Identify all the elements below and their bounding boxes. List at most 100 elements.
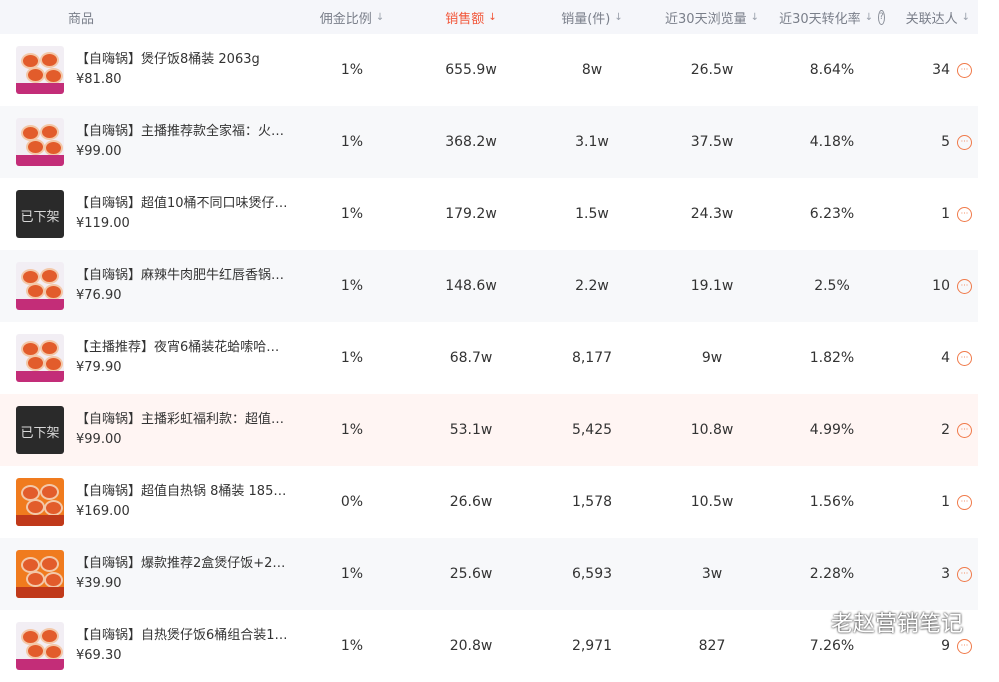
commission-rate: 1% [340, 350, 364, 366]
conversion-30d: 7.26% [809, 638, 855, 654]
sort-arrow-icon: ↓ [750, 11, 759, 23]
product-name[interactable]: 【自嗨锅】超值自热锅 8桶装 1851g [76, 482, 288, 502]
product-price: ¥69.30 [76, 648, 122, 663]
conversion-30d: 1.56% [809, 494, 855, 510]
product-name[interactable]: 【自嗨锅】爆款推荐2盒煲仔饭+2… [76, 554, 288, 574]
product-cell: 【自嗨锅】主播推荐款全家福：火… ¥99.00 [0, 118, 306, 166]
views-30d: 26.5w [690, 62, 734, 78]
wechat-icon [798, 612, 823, 631]
more-icon[interactable]: ··· [957, 494, 972, 510]
commission-rate: 1% [340, 278, 364, 294]
product-cell: 【自嗨锅】超值自热锅 8桶装 1851g ¥169.00 [0, 478, 306, 526]
sort-arrow-icon: ↓ [961, 11, 970, 23]
sales-amount: 25.6w [449, 566, 493, 582]
table-row[interactable]: 【主播推荐】夜宵6桶装花蛤嗦哈… ¥79.90 1% 68.7w 8,177 9w 1.82… [0, 322, 978, 394]
conversion-30d: 6.23% [809, 206, 855, 222]
sales-volume: 2.2w [575, 278, 609, 294]
table-row[interactable]: 已下架 【自嗨锅】主播彩虹福利款：超值… ¥99.00 1% 53.1w 5,425 10.… [0, 394, 978, 466]
product-thumbnail[interactable] [16, 334, 64, 382]
views-30d: 9w [701, 350, 723, 366]
views-30d: 10.5w [690, 494, 734, 510]
product-name[interactable]: 【主播推荐】夜宵6桶装花蛤嗦哈… [76, 338, 288, 358]
product-ranking-table: 商品 佣金比例 ↓ 销售额 ↓ 销量(件) ↓ 近30天浏览量 ↓ 近30天转化率 ↓? … [0, 0, 978, 682]
table-row[interactable]: 【自嗨锅】超值自热锅 8桶装 1851g ¥169.00 0% 26.6w 1,578 1… [0, 466, 978, 538]
product-price: ¥79.90 [76, 360, 122, 375]
sales-volume: 5,425 [571, 422, 613, 438]
sales-amount: 179.2w [445, 206, 497, 222]
product-name[interactable]: 【自嗨锅】主播彩虹福利款：超值… [76, 410, 288, 430]
influencer-count: 34 [932, 62, 950, 78]
more-icon[interactable]: ··· [957, 566, 972, 582]
product-thumbnail[interactable] [16, 46, 64, 94]
sales-volume: 8w [581, 62, 603, 78]
influencer-count: 4 [941, 350, 950, 366]
sales-amount: 655.9w [445, 62, 497, 78]
off-shelf-label: 已下架 [20, 426, 60, 441]
table-row[interactable]: 【自嗨锅】煲仔饭8桶装 2063g ¥81.80 1% 655.9w 8w 26.5w 8.… [0, 34, 978, 106]
sales-volume: 2,971 [571, 638, 613, 654]
table-row[interactable]: 【自嗨锅】麻辣牛肉肥牛红唇香锅… ¥76.90 1% 148.6w 2.2w 19.1w 2… [0, 250, 978, 322]
sales-amount: 368.2w [445, 134, 497, 150]
conversion-30d: 4.99% [809, 422, 855, 438]
linked-influencers: 2 ··· [880, 422, 978, 438]
conversion-30d: 1.82% [809, 350, 855, 366]
table-row[interactable]: 【自嗨锅】主播推荐款全家福：火… ¥99.00 1% 368.2w 3.1w 37.5w 4… [0, 106, 978, 178]
conversion-30d: 2.28% [809, 566, 855, 582]
product-thumbnail[interactable]: 已下架 [16, 190, 64, 238]
product-name[interactable]: 【自嗨锅】煲仔饭8桶装 2063g [76, 50, 288, 70]
product-name[interactable]: 【自嗨锅】超值10桶不同口味煲仔… [76, 194, 288, 214]
table-row[interactable]: 已下架 【自嗨锅】超值10桶不同口味煲仔… ¥119.00 1% 179.2w 1.5w 2… [0, 178, 978, 250]
sort-arrow-icon: ↓ [375, 11, 385, 23]
more-icon[interactable]: ··· [957, 134, 972, 150]
views-30d: 19.1w [690, 278, 734, 294]
more-icon[interactable]: ··· [957, 422, 972, 438]
more-icon[interactable]: ··· [957, 350, 972, 366]
product-thumbnail[interactable] [16, 262, 64, 310]
product-cell: 【自嗨锅】自热煲仔饭6桶组合装1… ¥69.30 [0, 622, 306, 670]
conversion-30d: 8.64% [809, 62, 855, 78]
table-row[interactable]: 【自嗨锅】爆款推荐2盒煲仔饭+2… ¥39.90 1% 25.6w 6,593 3w 2.2… [0, 538, 978, 610]
product-price: ¥119.00 [76, 216, 130, 231]
commission-rate: 1% [340, 638, 364, 654]
more-icon[interactable]: ··· [957, 62, 972, 78]
header-sales-volume[interactable]: 销量(件) ↓ [544, 8, 640, 27]
sales-amount: 53.1w [449, 422, 493, 438]
sort-arrow-icon: ↓ [864, 11, 874, 23]
header-linked-influencers[interactable]: 关联达人 ↓ [880, 8, 978, 27]
product-name[interactable]: 【自嗨锅】麻辣牛肉肥牛红唇香锅… [76, 266, 288, 286]
more-icon[interactable]: ··· [957, 206, 972, 222]
product-thumbnail[interactable] [16, 118, 64, 166]
linked-influencers: 5 ··· [880, 134, 978, 150]
sales-volume: 3.1w [575, 134, 609, 150]
sales-volume: 8,177 [571, 350, 613, 366]
product-thumbnail[interactable] [16, 622, 64, 670]
product-price: ¥99.00 [76, 144, 122, 159]
product-thumbnail[interactable] [16, 478, 64, 526]
linked-influencers: 9 ··· [880, 638, 978, 654]
product-price: ¥169.00 [76, 504, 130, 519]
more-icon[interactable]: ··· [957, 278, 972, 294]
table-body: 【自嗨锅】煲仔饭8桶装 2063g ¥81.80 1% 655.9w 8w 26.5w 8.… [0, 34, 978, 682]
header-sales-amount[interactable]: 销售额 ↓ [398, 8, 544, 27]
header-commission[interactable]: 佣金比例 ↓ [306, 8, 398, 27]
views-30d: 24.3w [690, 206, 734, 222]
product-thumbnail[interactable] [16, 550, 64, 598]
linked-influencers: 4 ··· [880, 350, 978, 366]
sort-arrow-icon: ↓ [488, 11, 497, 23]
header-conversion-30d[interactable]: 近30天转化率 ↓? [779, 8, 885, 27]
product-thumbnail[interactable]: 已下架 [16, 406, 64, 454]
product-name[interactable]: 【自嗨锅】主播推荐款全家福：火… [76, 122, 288, 142]
influencer-count: 10 [932, 278, 950, 294]
header-views-30d[interactable]: 近30天浏览量 ↓ [640, 8, 784, 27]
sales-amount: 20.8w [449, 638, 493, 654]
product-name[interactable]: 【自嗨锅】自热煲仔饭6桶组合装1… [76, 626, 288, 646]
linked-influencers: 1 ··· [880, 206, 978, 222]
sales-volume: 6,593 [571, 566, 613, 582]
sales-amount: 26.6w [449, 494, 493, 510]
influencer-count: 9 [941, 638, 950, 654]
views-30d: 827 [698, 638, 726, 654]
views-30d: 3w [701, 566, 723, 582]
linked-influencers: 3 ··· [880, 566, 978, 582]
influencer-count: 3 [941, 566, 950, 582]
more-icon[interactable]: ··· [957, 638, 972, 654]
